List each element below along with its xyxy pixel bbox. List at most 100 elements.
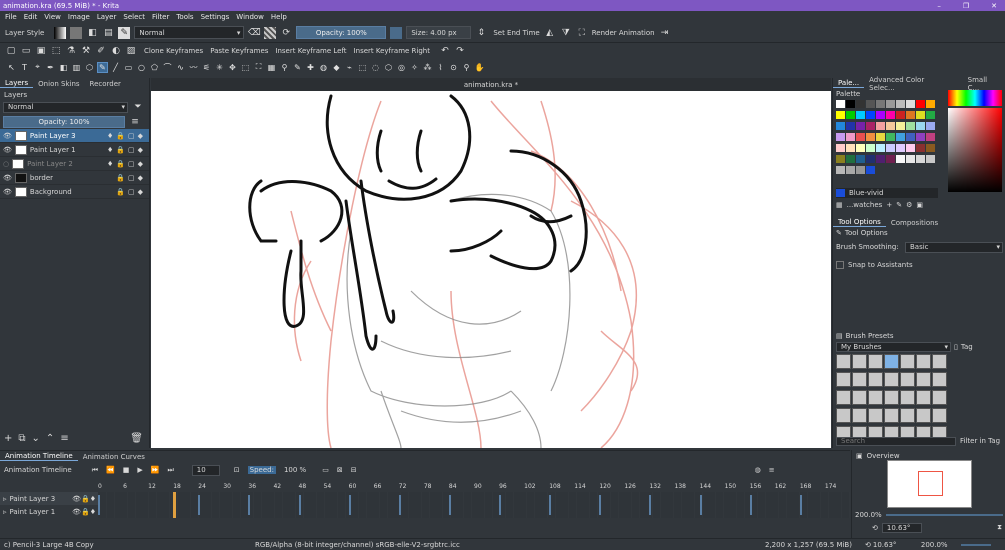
layer-name[interactable]: border [30,174,53,182]
minimize-button[interactable]: – [937,2,941,10]
timeline-layer-flags[interactable]: 👁🔒♦ [72,495,98,503]
keyframe-marker[interactable] [649,495,652,515]
text-tool-icon[interactable]: T [19,62,30,73]
tab-onion-skins[interactable]: Onion Skins [33,80,84,88]
brush-preset-item[interactable] [836,408,851,423]
palette-swatch[interactable] [846,111,855,119]
layer-properties-icon[interactable]: ≡ [60,433,68,444]
canvas-tab[interactable]: animation.kra * [464,81,518,89]
move-up-icon[interactable]: ⌃ [46,433,54,444]
ellipse-select-icon[interactable]: ◌ [370,62,381,73]
rectangle-tool-icon[interactable]: ▭ [123,62,134,73]
pan-tool-icon[interactable]: ✋ [474,62,485,73]
keyframe-marker[interactable] [248,495,251,515]
palette-swatch[interactable] [906,133,915,141]
palette-swatch[interactable] [876,122,885,130]
brush-preset-item[interactable] [884,372,899,387]
palette-swatch[interactable] [886,122,895,130]
palette-color-name[interactable]: Blue-vivid [836,188,938,198]
overview-viewport[interactable] [918,471,943,496]
tab-advanced-color-selector[interactable]: Advanced Color Selec... [864,76,955,92]
palette-swatch[interactable] [906,144,915,152]
palette-swatch[interactable] [876,155,885,163]
close-button[interactable]: ✕ [991,2,997,10]
onion-skin-settings-icon[interactable]: ⊠ [337,466,343,474]
smart-patch-tool-icon[interactable]: ✚ [305,62,316,73]
redo-icon[interactable]: ↷ [454,45,466,57]
palette-swatch[interactable] [846,166,855,174]
calligraphy-icon[interactable]: ✒ [45,62,56,73]
zoom-tool-icon[interactable]: ⚲ [461,62,472,73]
brush-preset-item[interactable] [836,372,851,387]
freehand-brush-icon[interactable]: ✎ [97,61,108,73]
warp-icon[interactable]: ⚒ [80,45,92,57]
mirror-vertical-icon[interactable]: ⧩ [560,27,572,39]
visibility-eye-icon[interactable]: 👁 [3,146,12,154]
brush-preset-item[interactable] [884,354,899,369]
palette-swatch[interactable] [916,100,925,108]
palette-swatch[interactable] [866,133,875,141]
ellipse-tool-icon[interactable]: ○ [136,62,147,73]
palette-swatch[interactable] [856,111,865,119]
bezier-tool-icon[interactable]: ∿ [175,62,186,73]
visibility-eye-icon[interactable]: ○ [3,160,9,168]
pattern-icon[interactable] [70,26,83,39]
similar-select-icon[interactable]: ⁂ [422,62,433,73]
menu-window[interactable]: Window [236,13,264,21]
palette-swatch[interactable] [836,144,845,152]
brush-preset-item[interactable] [900,390,915,405]
palette-swatch[interactable] [886,144,895,152]
palette-swatch[interactable] [886,100,895,108]
brush-preset-item[interactable] [932,372,947,387]
palette-swatch[interactable] [846,122,855,130]
brush-tag-select[interactable]: My Brushes ▾ [836,341,951,352]
drop-frames-icon[interactable]: ⊡ [234,466,240,474]
menu-file[interactable]: File [5,13,17,21]
export-icon[interactable]: ⇥ [659,27,671,39]
palette-swatch[interactable] [896,144,905,152]
frame-ruler[interactable]: 0 6 12 18 24 30 36 42 48 54 60 66 72 78 84 90 96 102 108 11… [98,483,850,491]
zoom-slider[interactable] [885,514,1003,516]
transform-tool-icon[interactable]: ⬚ [240,62,251,73]
menu-image[interactable]: Image [68,13,90,21]
prev-keyframe-icon[interactable]: ⏪ [106,466,115,474]
status-zoom[interactable]: 200.0% [921,541,961,549]
palette-swatch[interactable] [906,100,915,108]
palette-swatch[interactable] [926,122,935,130]
hue-bar[interactable] [948,90,1002,106]
set-end-time-button[interactable]: Set End Time [493,29,539,37]
brush-preset-item[interactable] [932,390,947,405]
palette-swatch[interactable] [916,111,925,119]
filter-in-tag-checkbox[interactable]: Filter in Tag [960,437,1000,445]
tab-animation-curves[interactable]: Animation Curves [78,453,150,461]
keyframe-grid[interactable] [98,492,850,518]
palette-swatch[interactable] [856,133,865,141]
new-document-icon[interactable]: ▢ [5,45,17,57]
blend-mode-select[interactable]: Normal ▾ [134,26,245,39]
keyframe-marker[interactable] [98,495,100,515]
stop-icon[interactable]: ■ [123,466,130,474]
brush-smoothing-select[interactable]: Basic ▾ [905,241,1003,253]
gradient-icon[interactable] [54,26,67,39]
layer-flags[interactable]: ♦🔒▢◆ [107,160,149,168]
size-spin-icon[interactable]: ⇕ [475,27,487,39]
brush-search-input[interactable]: Search [836,436,956,446]
palette-swatch[interactable] [906,122,915,130]
keyframe-marker[interactable] [448,495,451,515]
color-picker-icon[interactable]: ⚲ [279,62,290,73]
saturation-value-square[interactable] [948,108,1002,192]
freehand-path-icon[interactable]: 〰 [188,62,199,73]
opacity-slider[interactable]: Opacity: 100% [296,26,387,39]
palette-swatch[interactable] [896,133,905,141]
overview-thumbnail[interactable] [887,460,972,508]
palette-swatch[interactable] [916,155,925,163]
open-document-icon[interactable]: ▭ [20,45,32,57]
palette-swatch[interactable] [846,133,855,141]
keyframe-marker[interactable] [398,495,401,515]
layer-style-label[interactable]: Layer Style [5,29,44,37]
tab-recorder[interactable]: Recorder [85,80,126,88]
brush-preset-item[interactable] [852,354,867,369]
palette-swatch[interactable] [866,144,875,152]
zoom-slider-status[interactable] [960,543,991,546]
menu-filter[interactable]: Filter [152,13,169,21]
